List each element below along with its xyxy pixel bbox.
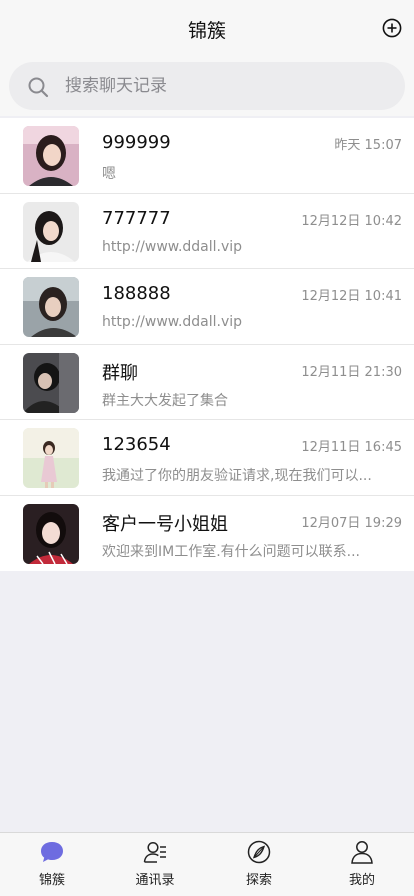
search-area xyxy=(0,54,414,116)
chat-bubble-icon xyxy=(41,842,63,862)
tab-me[interactable]: 我的 xyxy=(317,839,407,891)
chat-name: 188888 xyxy=(102,283,171,304)
chat-row[interactable]: 999999 昨天 15:07 嗯 xyxy=(0,118,414,194)
avatar xyxy=(23,277,79,337)
chat-time: 12月12日 10:42 xyxy=(301,213,402,229)
chat-time: 昨天 15:07 xyxy=(334,138,402,153)
plus-circle-icon[interactable] xyxy=(382,18,402,38)
chat-preview: 嗯 xyxy=(102,166,116,182)
top-nav-bar: 锦簇 xyxy=(0,0,414,54)
tab-chats[interactable]: 锦簇 xyxy=(7,839,97,891)
chat-time: 12月11日 21:30 xyxy=(301,364,402,380)
avatar xyxy=(23,503,79,564)
avatar xyxy=(23,428,79,488)
chat-name: 客户一号小姐姐 xyxy=(102,513,228,535)
search-input[interactable] xyxy=(65,71,385,101)
tab-label: 通讯录 xyxy=(135,873,175,888)
compass-icon xyxy=(247,840,271,864)
chat-preview: 我通过了你的朋友验证请求,现在我们可以... xyxy=(102,468,372,484)
tab-explore[interactable]: 探索 xyxy=(214,839,304,891)
chat-row[interactable]: 群聊 12月11日 21:30 群主大大发起了集合 xyxy=(0,345,414,420)
chat-name: 群聊 xyxy=(102,362,138,384)
chat-name: 777777 xyxy=(102,207,171,229)
chat-row[interactable]: 188888 12月12日 10:41 http://www.ddall.vip xyxy=(0,269,414,345)
chat-name: 123654 xyxy=(102,434,171,455)
tab-contacts[interactable]: 通讯录 xyxy=(110,839,200,891)
chat-preview: 欢迎来到IM工作室.有什么问题可以联系... xyxy=(102,543,361,560)
bottom-tab-bar: 锦簇 通讯录 探索 我的 xyxy=(0,832,414,896)
chat-time: 12月11日 16:45 xyxy=(301,440,402,455)
search-bar[interactable] xyxy=(9,62,405,110)
avatar xyxy=(23,126,79,186)
page-title: 锦簇 xyxy=(187,20,226,42)
chat-row[interactable]: 客户一号小姐姐 12月07日 19:29 欢迎来到IM工作室.有什么问题可以联系… xyxy=(0,496,414,572)
contacts-icon xyxy=(143,841,166,863)
tab-label: 锦簇 xyxy=(38,873,65,888)
chat-preview: http://www.ddall.vip xyxy=(102,314,243,330)
chat-time: 12月12日 10:41 xyxy=(301,289,402,304)
avatar xyxy=(23,352,79,413)
avatar xyxy=(23,201,79,262)
chat-list: 999999 昨天 15:07 嗯 777777 12月12日 10:42 ht… xyxy=(0,118,414,571)
search-icon xyxy=(28,77,49,98)
chat-preview: http://www.ddall.vip xyxy=(102,238,243,255)
tab-label: 探索 xyxy=(245,873,272,888)
person-icon xyxy=(351,841,373,864)
chat-name: 999999 xyxy=(102,132,171,153)
chat-row[interactable]: 123654 12月11日 16:45 我通过了你的朋友验证请求,现在我们可以.… xyxy=(0,420,414,496)
chat-time: 12月07日 19:29 xyxy=(301,515,402,531)
chat-preview: 群主大大发起了集合 xyxy=(102,392,228,409)
chat-row[interactable]: 777777 12月12日 10:42 http://www.ddall.vip xyxy=(0,194,414,269)
tab-label: 我的 xyxy=(348,873,375,888)
